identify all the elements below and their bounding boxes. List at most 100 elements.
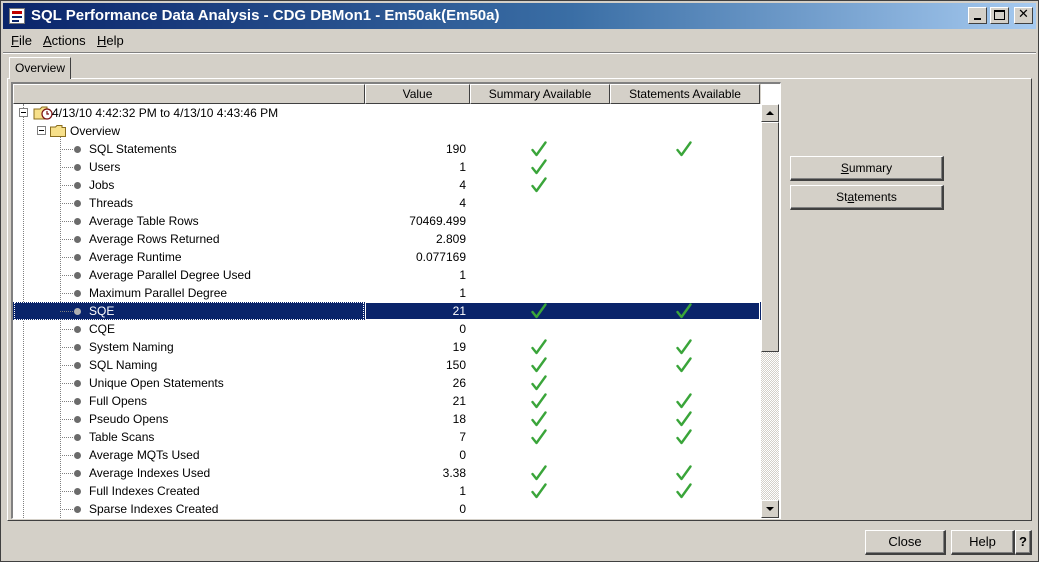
row-value: 0 xyxy=(459,502,466,516)
bullet-icon xyxy=(74,362,81,369)
tree-branch-line xyxy=(60,365,73,366)
menu-file[interactable]: File xyxy=(11,33,32,48)
row-label: Average Indexes Used xyxy=(89,466,211,480)
bullet-icon xyxy=(74,416,81,423)
scroll-up-button[interactable] xyxy=(761,104,779,122)
bullet-icon xyxy=(74,380,81,387)
close-window-button[interactable]: ✕ xyxy=(1014,7,1033,24)
check-icon xyxy=(676,465,692,481)
check-icon xyxy=(531,141,547,157)
check-icon xyxy=(676,141,692,157)
table-row[interactable]: System Naming 19 xyxy=(13,338,761,356)
tree-branch-line xyxy=(60,491,73,492)
column-header-value[interactable]: Value xyxy=(365,84,470,104)
table-row[interactable]: Table Scans 7 xyxy=(13,428,761,446)
row-label: Unique Open Statements xyxy=(89,376,224,390)
check-icon xyxy=(676,411,692,427)
table-row[interactable]: Average Runtime 0.077169 xyxy=(13,248,761,266)
row-value: 26 xyxy=(452,376,466,390)
row-label: Average Rows Returned xyxy=(89,232,220,246)
tree-branch-line xyxy=(60,509,73,510)
row-label: Threads xyxy=(89,196,134,210)
table-row[interactable]: SQL Naming 150 xyxy=(13,356,761,374)
check-icon xyxy=(531,357,547,373)
row-value: 4 xyxy=(459,196,466,210)
minimize-button[interactable] xyxy=(968,7,987,24)
bullet-icon xyxy=(74,488,81,495)
check-icon xyxy=(676,429,692,445)
statements-button[interactable]: Statements xyxy=(790,185,944,210)
tree-branch-line xyxy=(60,437,73,438)
tree-branch-line xyxy=(60,257,73,258)
scrollbar-thumb[interactable] xyxy=(761,122,779,352)
app-icon xyxy=(9,8,25,24)
bullet-icon xyxy=(74,344,81,351)
minimize-icon xyxy=(974,18,981,20)
table-row[interactable]: Sparse Indexes Created 0 xyxy=(13,500,761,518)
tree-branch-line xyxy=(60,275,73,276)
row-label: SQE xyxy=(89,304,115,318)
row-label: SQL Naming xyxy=(89,358,158,372)
scroll-down-button[interactable] xyxy=(761,500,779,518)
menu-actions[interactable]: Actions xyxy=(43,33,86,48)
table-row[interactable]: Users 1 xyxy=(13,158,761,176)
collapse-toggle[interactable] xyxy=(37,126,46,135)
context-help-button[interactable]: ? xyxy=(1015,530,1032,555)
tab-overview[interactable]: Overview xyxy=(9,57,71,79)
vertical-scrollbar[interactable] xyxy=(761,104,779,518)
check-icon xyxy=(531,393,547,409)
row-label: Full Indexes Created xyxy=(89,484,200,498)
table-header: Value Summary Available Statements Avail… xyxy=(13,84,761,104)
column-header-statements-available[interactable]: Statements Available xyxy=(610,84,760,104)
check-icon xyxy=(531,177,547,193)
table-row[interactable]: Unique Open Statements 26 xyxy=(13,374,761,392)
row-value: 70469.499 xyxy=(409,214,466,228)
table-row[interactable]: CQE 0 xyxy=(13,320,761,338)
column-header-summary-available[interactable]: Summary Available xyxy=(470,84,610,104)
arrow-down-icon xyxy=(766,507,774,511)
table-row[interactable]: Jobs 4 xyxy=(13,176,761,194)
bullet-icon xyxy=(74,290,81,297)
tree-group-row[interactable]: Overview xyxy=(13,122,761,140)
tree-root-row[interactable]: 4/13/10 4:42:32 PM to 4/13/10 4:43:46 PM xyxy=(13,104,761,122)
maximize-button[interactable] xyxy=(990,7,1009,24)
tree-group-label: Overview xyxy=(70,124,121,138)
title-bar[interactable]: SQL Performance Data Analysis - CDG DBMo… xyxy=(3,3,1036,29)
summary-button[interactable]: Summary xyxy=(790,156,944,181)
column-header-tree[interactable] xyxy=(13,84,365,104)
tree-branch-line xyxy=(60,293,73,294)
table-row[interactable]: Average MQTs Used 0 xyxy=(13,446,761,464)
check-icon xyxy=(531,159,547,175)
tree-branch-line xyxy=(60,473,73,474)
menu-help[interactable]: Help xyxy=(97,33,124,48)
row-label: Pseudo Opens xyxy=(89,412,169,426)
table-row[interactable]: Full Indexes Created 1 xyxy=(13,482,761,500)
table-row[interactable]: Average Parallel Degree Used 1 xyxy=(13,266,761,284)
row-label: Users xyxy=(89,160,121,174)
table-row[interactable]: Pseudo Opens 18 xyxy=(13,410,761,428)
window-title: SQL Performance Data Analysis - CDG DBMo… xyxy=(31,7,500,24)
row-value: 2.809 xyxy=(435,232,466,246)
table-row[interactable]: Maximum Parallel Degree 1 xyxy=(13,284,761,302)
bullet-icon xyxy=(74,506,81,513)
table-row[interactable]: Average Table Rows 70469.499 xyxy=(13,212,761,230)
row-label: Maximum Parallel Degree xyxy=(89,286,228,300)
tree-branch-line xyxy=(60,203,73,204)
table-row[interactable]: Average Indexes Used 3.38 xyxy=(13,464,761,482)
close-button[interactable]: Close xyxy=(865,530,946,555)
help-button[interactable]: Help xyxy=(951,530,1015,555)
row-label: Full Opens xyxy=(89,394,148,408)
row-label: Jobs xyxy=(89,178,115,192)
tree-root-label: 4/13/10 4:42:32 PM to 4/13/10 4:43:46 PM xyxy=(52,106,279,120)
table-row[interactable]: SQE 21 xyxy=(13,302,761,320)
table-row[interactable]: Average Rows Returned 2.809 xyxy=(13,230,761,248)
row-value: 1 xyxy=(459,484,466,498)
table-row[interactable]: SQL Statements 190 xyxy=(13,140,761,158)
table-row[interactable]: Threads 4 xyxy=(13,194,761,212)
bullet-icon xyxy=(74,218,81,225)
row-label: Average Parallel Degree Used xyxy=(89,268,251,282)
row-value: 190 xyxy=(445,142,466,156)
collapse-toggle[interactable] xyxy=(19,108,28,117)
bullet-icon xyxy=(74,182,81,189)
table-row[interactable]: Full Opens 21 xyxy=(13,392,761,410)
